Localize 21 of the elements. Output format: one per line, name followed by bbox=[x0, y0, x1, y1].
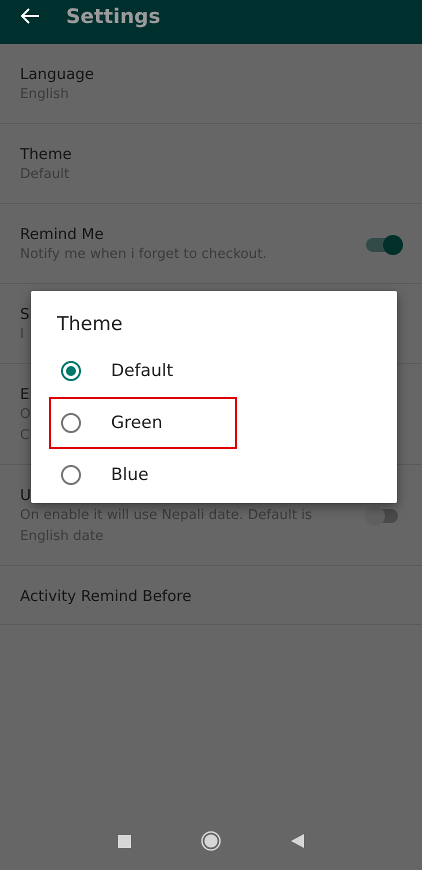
setting-title: Activity Remind Before bbox=[20, 587, 192, 605]
screen-title: Settings bbox=[66, 4, 160, 28]
radio-button[interactable] bbox=[59, 359, 83, 383]
option-label[interactable]: Default bbox=[111, 361, 174, 381]
setting-title: E bbox=[20, 385, 30, 403]
recents-icon[interactable] bbox=[118, 834, 131, 848]
radio-button[interactable] bbox=[59, 463, 83, 487]
home-icon[interactable] bbox=[201, 831, 221, 851]
setting-title: Remind Me bbox=[20, 225, 104, 243]
setting-title: S bbox=[20, 305, 30, 323]
option-label[interactable]: Blue bbox=[111, 465, 149, 485]
toggle-switch[interactable] bbox=[364, 234, 404, 256]
setting-title: Language bbox=[20, 65, 94, 83]
back-arrow-icon[interactable] bbox=[20, 7, 40, 25]
setting-title: U bbox=[20, 486, 31, 504]
back-icon[interactable] bbox=[291, 834, 304, 848]
dialog-title: Theme bbox=[57, 313, 123, 335]
settings-row[interactable]: Activity Remind Before bbox=[0, 566, 422, 625]
option-label[interactable]: Green bbox=[111, 413, 162, 433]
radio-button[interactable] bbox=[59, 411, 83, 435]
setting-title: Theme bbox=[20, 145, 72, 163]
